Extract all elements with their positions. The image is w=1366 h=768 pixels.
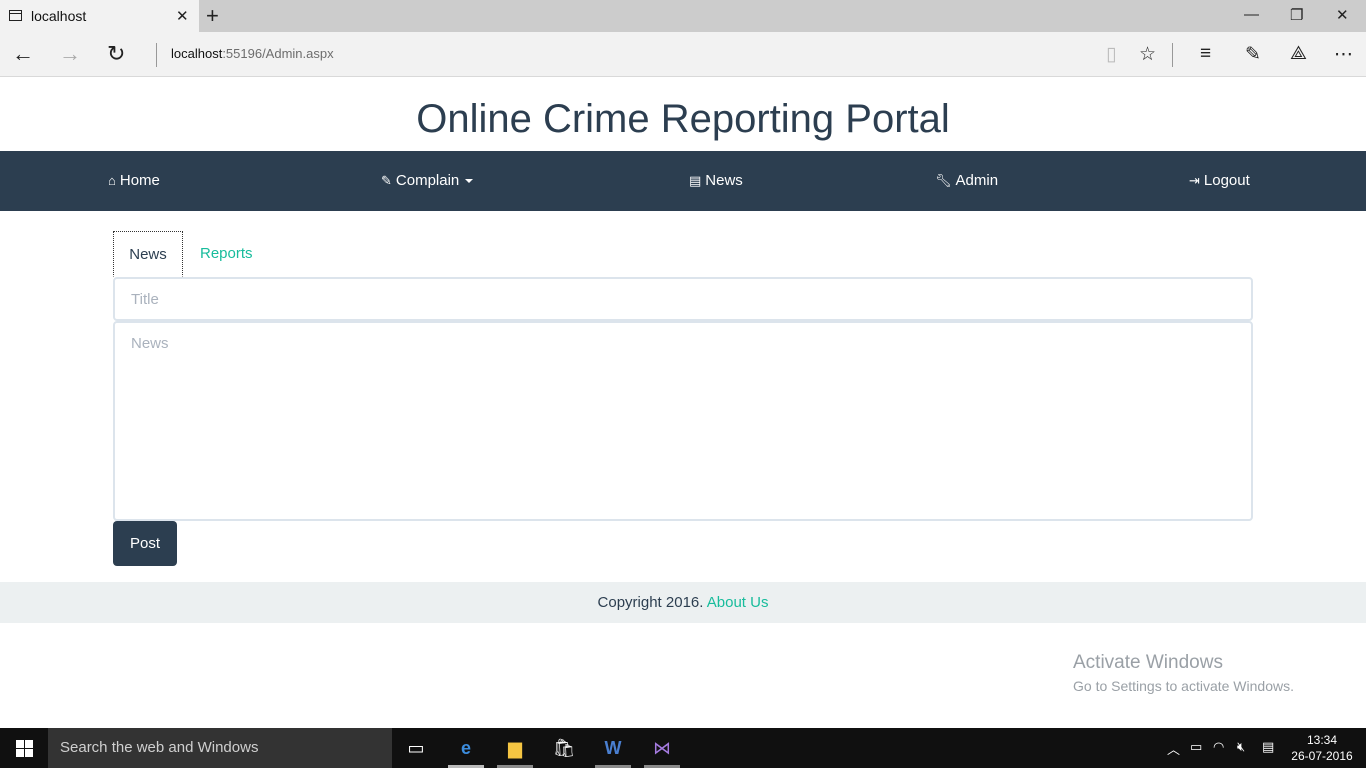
more-icon[interactable]: ⋯ [1334,43,1353,66]
clock-date: 26-07-2016 [1291,749,1353,763]
visual-studio-icon[interactable]: ⋈ [650,736,674,760]
back-icon[interactable]: ← [12,41,34,67]
taskbar-search[interactable]: Search the web and Windows [48,728,392,768]
post-button[interactable]: Post [113,521,177,566]
windows-start-icon[interactable] [16,740,33,757]
footer: Copyright 2016. About Us [0,582,1366,623]
activate-windows-watermark: Activate Windows Go to Settings to activ… [1073,652,1294,694]
nav-complain[interactable]: ✎ Complain [381,172,474,189]
volume-muted-icon[interactable]: 🔇︎ [1237,739,1245,755]
favorite-star-icon[interactable]: ☆ [1139,43,1156,66]
reading-view-icon[interactable]: ▯ [1106,43,1116,66]
watermark-title: Activate Windows [1073,652,1223,673]
wifi-icon[interactable]: ◠ [1213,739,1224,755]
newspaper-icon: ▤ [689,172,702,188]
caret-down-icon [465,178,474,183]
refresh-icon[interactable]: ↻ [107,41,125,67]
copyright-text: Copyright 2016. [597,594,704,611]
system-clock[interactable]: 13:34 26-07-2016 [1290,732,1354,764]
nav-news-label: News [705,172,743,189]
tab-news[interactable]: News [113,231,183,277]
web-note-icon[interactable]: ✎ [1245,43,1261,66]
page-icon [9,10,22,21]
nav-logout-label: Logout [1203,172,1250,189]
edge-browser-icon[interactable]: e [454,736,478,760]
nav-admin-label: Admin [955,172,999,189]
edit-icon: ✎ [381,172,392,188]
nav-complain-label: Complain [395,172,460,189]
tray-chevron-icon[interactable]: ︿ [1167,739,1180,758]
main-navbar: ⌂ Home ✎ Complain ▤ News 🔧︎ Admin ⇥ Logo… [0,151,1366,211]
nav-admin[interactable]: 🔧︎ Admin [935,172,998,189]
browser-tab-title: localhost [31,8,87,24]
forward-icon[interactable]: → [59,41,81,67]
about-us-link[interactable]: About Us [707,594,769,611]
address-toolbar: ← → ↻ localhost:55196/Admin.aspx ▯ ☆ ≡ ✎… [0,32,1366,77]
address-separator [156,43,157,67]
nav-home[interactable]: ⌂ Home [108,172,160,189]
title-input[interactable] [113,277,1253,321]
url-host: localhost [171,46,223,61]
word-icon[interactable]: W [601,736,625,760]
close-tab-icon[interactable]: ✕ [176,7,189,25]
browser-tab[interactable]: localhost ✕ [0,0,199,32]
minimize-icon[interactable]: — [1244,6,1259,23]
clock-time: 13:34 [1306,733,1338,747]
url-path: :55196/Admin.aspx [222,46,334,61]
store-icon[interactable]: 🛍︎ [552,736,576,760]
hub-icon[interactable]: ≡ [1200,43,1211,65]
sign-out-icon: ⇥ [1189,172,1200,188]
taskbar: Search the web and Windows ▭ e ▆ 🛍︎ W ⋈ … [0,728,1366,768]
tab-reports[interactable]: Reports [185,231,268,277]
window-close-icon[interactable]: ✕ [1336,6,1349,24]
address-input[interactable]: localhost:55196/Admin.aspx [171,46,334,61]
toolbar-separator [1172,43,1173,67]
site-title: Online Crime Reporting Portal [416,97,950,141]
share-icon[interactable]: ⟁ [1290,43,1307,65]
watermark-subtitle: Go to Settings to activate Windows. [1073,678,1294,694]
nav-logout[interactable]: ⇥ Logout [1189,172,1250,189]
restore-icon[interactable]: ❐ [1290,6,1303,24]
new-tab-icon[interactable]: + [206,3,219,29]
wrench-icon: 🔧︎ [935,172,952,188]
news-textarea[interactable] [113,321,1253,521]
battery-icon[interactable]: ▭ [1190,739,1202,755]
task-view-icon[interactable]: ▭ [404,736,428,760]
nav-home-label: Home [119,172,160,189]
home-icon: ⌂ [108,173,116,188]
browser-tab-bar: localhost ✕ + — ❐ ✕ [0,0,1366,32]
file-explorer-icon[interactable]: ▆ [503,736,527,760]
nav-news[interactable]: ▤ News [689,172,743,189]
notifications-icon[interactable]: ▤ [1262,739,1274,755]
